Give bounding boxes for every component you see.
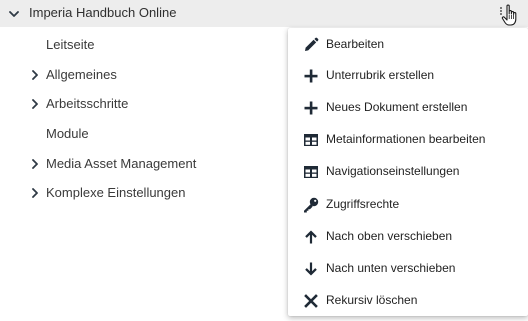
close-x-icon (304, 294, 318, 308)
tree-root-row[interactable]: Imperia Handbuch Online (0, 0, 528, 27)
menu-item-label: Nach unten verschieben (326, 261, 456, 275)
tree-item-label: Arbeitsschritte (46, 96, 129, 111)
tree-item-label: Allgemeines (46, 67, 117, 82)
menu-item-label: Bearbeiten (326, 37, 385, 51)
menu-item-label: Navigationseinstellungen (326, 164, 460, 178)
key-icon (304, 197, 319, 213)
menu-item-metainformationen-bearbeiten[interactable]: Metainformationen bearbeiten (288, 123, 528, 155)
tree-item-label: Media Asset Management (46, 156, 197, 171)
context-menu: Bearbeiten Unterrubrik erstellen Neues D… (288, 28, 528, 316)
arrow-up-icon (305, 230, 317, 244)
plus-icon (304, 69, 318, 83)
menu-item-unterrubrik-erstellen[interactable]: Unterrubrik erstellen (288, 59, 528, 91)
menu-item-bearbeiten[interactable]: Bearbeiten (288, 28, 528, 60)
menu-item-label: Neues Dokument erstellen (326, 100, 468, 114)
chevron-right-icon[interactable] (31, 159, 39, 169)
hand-pointer-cursor-icon (500, 4, 517, 26)
menu-item-nach-oben-verschieben[interactable]: Nach oben verschieben (288, 220, 528, 252)
menu-item-neues-dokument-erstellen[interactable]: Neues Dokument erstellen (288, 91, 528, 123)
menu-item-navigationseinstellungen[interactable]: Navigationseinstellungen (288, 155, 528, 187)
menu-item-zugriffsrechte[interactable]: Zugriffsrechte (288, 188, 528, 220)
tree-item-label: Leitseite (46, 37, 95, 52)
table-icon (304, 134, 318, 146)
chevron-right-icon[interactable] (31, 99, 39, 109)
pencil-icon (305, 37, 319, 51)
menu-item-label: Unterrubrik erstellen (326, 68, 435, 82)
chevron-right-icon[interactable] (31, 188, 39, 198)
menu-item-label: Zugriffsrechte (326, 197, 400, 211)
menu-item-nach-unten-verschieben[interactable]: Nach unten verschieben (288, 252, 528, 284)
arrow-down-icon (305, 262, 317, 276)
tree-item-label: Module (46, 126, 89, 141)
plus-icon (304, 101, 318, 115)
tree-item-label: Komplexe Einstellungen (46, 185, 186, 200)
tree-root-label: Imperia Handbuch Online (29, 5, 177, 20)
table-icon (304, 166, 318, 178)
menu-item-label: Rekursiv löschen (326, 293, 418, 307)
chevron-down-icon[interactable] (9, 9, 19, 19)
chevron-right-icon[interactable] (31, 70, 39, 80)
menu-item-label: Nach oben verschieben (326, 229, 453, 243)
menu-item-label: Metainformationen bearbeiten (326, 132, 486, 146)
menu-item-rekursiv-loeschen[interactable]: Rekursiv löschen (288, 284, 528, 316)
